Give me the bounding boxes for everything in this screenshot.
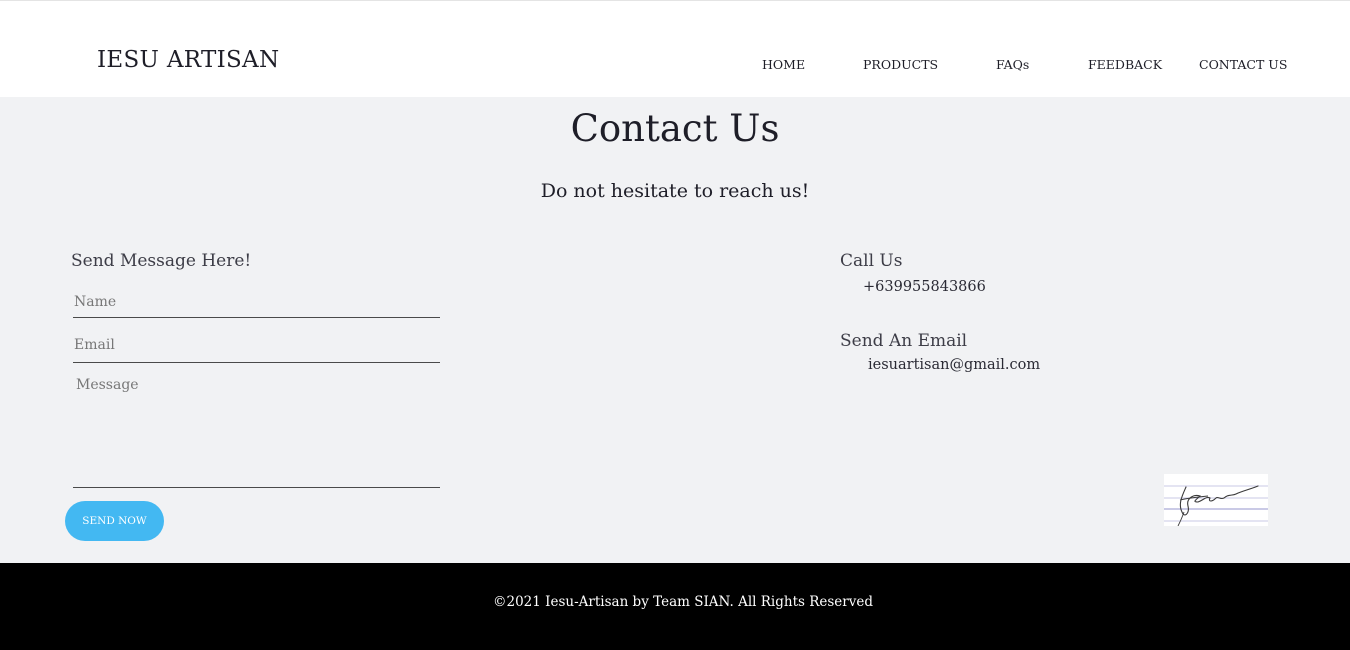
name-field[interactable] (73, 286, 440, 318)
email-heading: Send An Email (840, 331, 968, 351)
site-header: IESU ARTISAN HOME PRODUCTS FAQs FEEDBACK… (0, 1, 1350, 97)
page-title: Contact Us (570, 107, 780, 150)
nav-feedback[interactable]: FEEDBACK (1088, 57, 1162, 72)
nav-products[interactable]: PRODUCTS (863, 57, 938, 72)
nav-home[interactable]: HOME (762, 57, 805, 72)
copyright-text: ©2021 Iesu-Artisan by Team SIAN. All Rig… (493, 594, 873, 610)
site-footer: ©2021 Iesu-Artisan by Team SIAN. All Rig… (0, 563, 1350, 650)
nav-contact-us[interactable]: CONTACT US (1199, 57, 1287, 72)
message-field[interactable] (73, 369, 440, 488)
send-now-button[interactable]: SEND NOW (65, 501, 164, 541)
contact-section: Contact Us Do not hesitate to reach us! … (0, 97, 1350, 563)
form-heading: Send Message Here! (71, 251, 252, 271)
email-address[interactable]: iesuartisan@gmail.com (868, 357, 1040, 373)
signature-image (1164, 474, 1268, 526)
nav-faqs[interactable]: FAQs (996, 57, 1029, 72)
call-us-heading: Call Us (840, 251, 903, 271)
email-field[interactable] (73, 328, 440, 363)
page-subtitle: Do not hesitate to reach us! (540, 180, 810, 202)
phone-number[interactable]: +639955843866 (863, 279, 986, 295)
brand-logo[interactable]: IESU ARTISAN (97, 47, 279, 73)
